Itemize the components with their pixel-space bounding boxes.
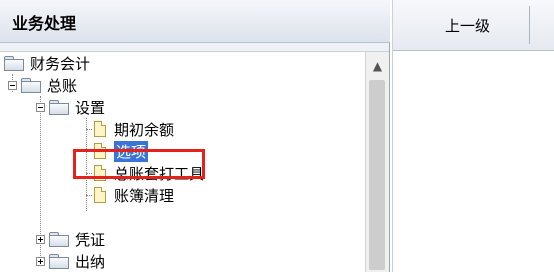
tree-node-settings[interactable]: 设置 [36, 96, 105, 118]
plus-box-icon[interactable] [36, 256, 45, 266]
folder-icon [49, 100, 69, 115]
document-icon [94, 187, 106, 203]
column-divider[interactable] [529, 6, 530, 44]
list-header: 上一级 [393, 0, 554, 51]
folder-icon [21, 78, 41, 93]
tree-node-label: 期初余额 [114, 120, 175, 139]
tree-node-ledger[interactable]: 总账 [8, 74, 77, 96]
tree-node-finance[interactable]: 财务会计 [4, 52, 90, 74]
business-panel: 业务处理 财务会计 总账 设置 期初余额 选项 总账套打工具 账簿清理 凭证 出… [0, 0, 390, 272]
folder-icon [49, 232, 69, 247]
scroll-thumb[interactable] [369, 80, 385, 270]
navigation-tree: 财务会计 总账 设置 期初余额 选项 总账套打工具 账簿清理 凭证 出纳 [0, 52, 365, 272]
tree-node-voucher[interactable]: 凭证 [36, 228, 105, 250]
content-panel: 上一级 [392, 0, 554, 272]
tree-node-opening-balance[interactable]: 期初余额 [94, 118, 174, 140]
tree-node-label: 凭证 [75, 230, 106, 249]
tree-node-cashier[interactable]: 出纳 [36, 250, 105, 272]
panel-title: 业务处理 [12, 14, 77, 33]
folder-icon [4, 56, 24, 71]
minus-box-icon[interactable] [8, 80, 17, 90]
tree-node-label: 财务会计 [30, 54, 91, 73]
vertical-scrollbar[interactable]: ▲ [365, 52, 389, 272]
column-header-parent[interactable]: 上一级 [445, 15, 490, 36]
chevron-up-icon[interactable]: ▲ [366, 56, 389, 76]
tree-node-label: 出纳 [75, 252, 106, 271]
folder-icon [49, 254, 69, 269]
tree-node-book-cleanup[interactable]: 账簿清理 [94, 184, 174, 206]
tree-node-label: 设置 [75, 98, 106, 117]
document-icon [94, 121, 106, 137]
header-separator [0, 43, 389, 52]
minus-box-icon[interactable] [36, 102, 45, 112]
highlight-box [73, 149, 205, 179]
tree-node-label: 账簿清理 [114, 186, 175, 205]
tree-node-label: 总账 [47, 76, 78, 95]
plus-box-icon[interactable] [36, 234, 45, 244]
panel-header: 业务处理 [0, 0, 390, 43]
